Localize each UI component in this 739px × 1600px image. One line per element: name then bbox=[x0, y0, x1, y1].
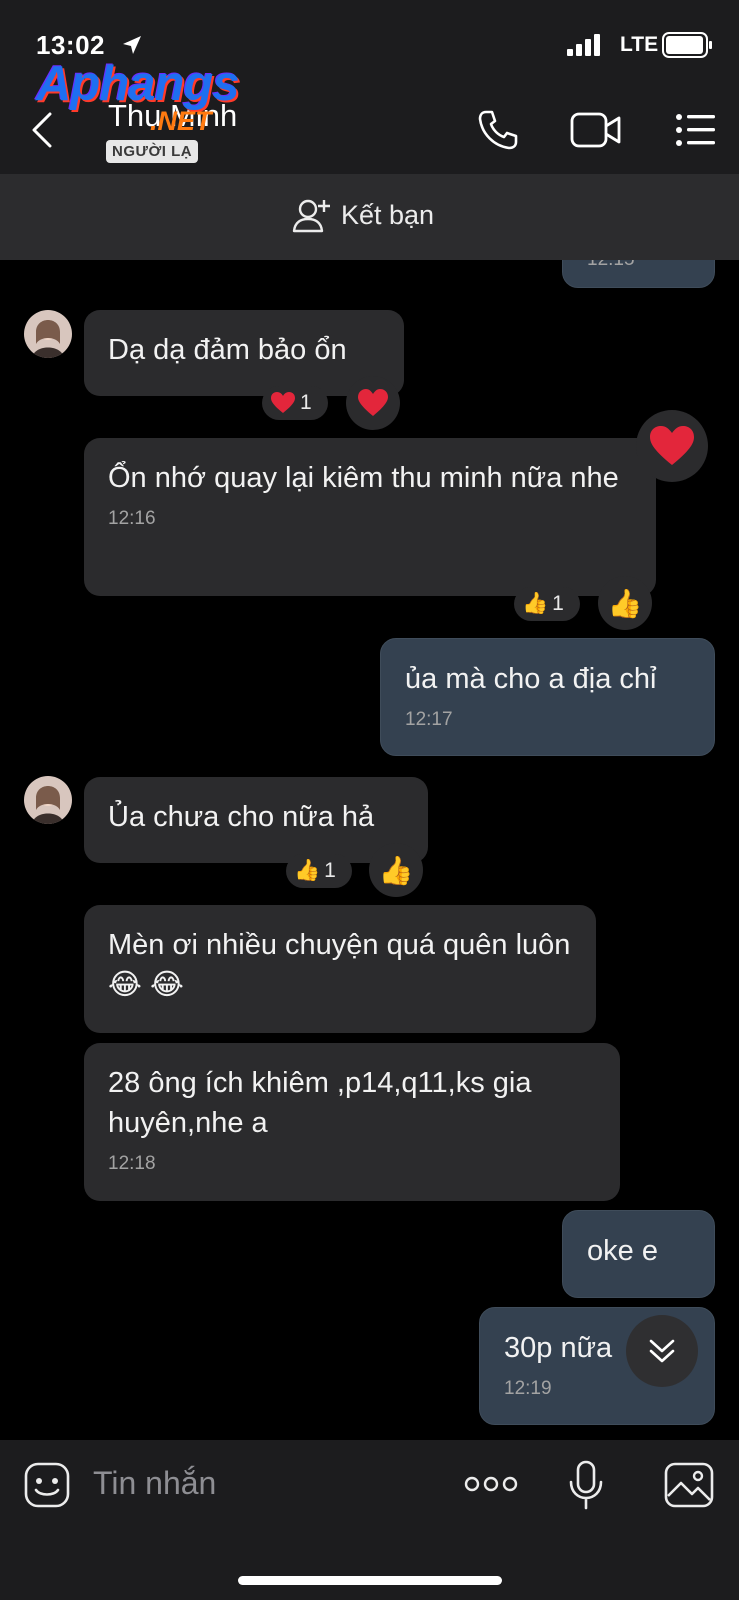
message-text: Dạ dạ đảm bảo ổn bbox=[108, 334, 347, 366]
message-time: 12:18 bbox=[108, 1153, 156, 1174]
thumbs-up-icon: 👍 bbox=[522, 592, 549, 615]
thumbs-up-icon: 👍 bbox=[378, 854, 414, 886]
scroll-to-bottom-button[interactable] bbox=[626, 1315, 698, 1387]
home-indicator bbox=[238, 1576, 502, 1585]
video-call-icon[interactable] bbox=[570, 110, 622, 150]
reaction-summary[interactable]: 1 bbox=[262, 386, 328, 420]
message-text: 30p nữa bbox=[504, 1332, 613, 1364]
reaction-count: 1 bbox=[324, 859, 336, 882]
contact-avatar[interactable] bbox=[24, 310, 72, 358]
double-chevron-down-icon bbox=[649, 1339, 675, 1363]
contact-avatar[interactable] bbox=[24, 776, 72, 824]
message-text: Ủa chưa cho nữa hả bbox=[108, 801, 375, 833]
signal-icon bbox=[567, 34, 600, 56]
phone-call-icon[interactable] bbox=[476, 108, 520, 152]
heart-icon bbox=[358, 389, 388, 416]
microphone-icon[interactable] bbox=[568, 1460, 604, 1510]
watermark-logo-suffix: .NET bbox=[150, 106, 212, 136]
add-friend-icon bbox=[292, 199, 330, 233]
react-button[interactable]: 👍 bbox=[369, 843, 423, 897]
reaction-summary[interactable]: 👍 1 bbox=[286, 854, 352, 888]
message-time: 12:16 bbox=[108, 508, 156, 529]
message-bubble-incoming[interactable]: Ổn nhớ quay lại kiêm thu minh nữa nhe 12… bbox=[84, 438, 656, 596]
message-bubble-outgoing[interactable]: oke e bbox=[562, 1210, 715, 1298]
message-text: Ổn nhớ quay lại kiêm thu minh nữa nhe bbox=[108, 462, 619, 494]
menu-icon[interactable] bbox=[675, 112, 717, 148]
more-options-icon[interactable] bbox=[464, 1474, 518, 1494]
selected-reaction[interactable] bbox=[636, 410, 708, 482]
message-bubble-incoming[interactable]: 28 ông ích khiêm ,p14,q11,ks gia huyên,n… bbox=[84, 1043, 620, 1201]
heart-icon bbox=[271, 392, 295, 413]
message-bubble-outgoing[interactable]: ủa mà cho a địa chỉ 12:17 bbox=[380, 638, 715, 756]
stranger-badge: NGƯỜI LẠ bbox=[106, 140, 199, 163]
react-button[interactable]: 👍 bbox=[598, 576, 652, 630]
reaction-summary[interactable]: 👍 1 bbox=[514, 587, 580, 621]
location-arrow-icon bbox=[123, 36, 141, 54]
reaction-count: 1 bbox=[300, 391, 312, 414]
back-icon[interactable] bbox=[28, 110, 58, 150]
message-text: oke e bbox=[587, 1235, 658, 1267]
heart-icon bbox=[650, 426, 694, 465]
thumbs-up-icon: 👍 bbox=[294, 859, 321, 882]
message-input[interactable]: Tin nhắn bbox=[93, 1465, 216, 1502]
message-text: Mèn ơi nhiều chuyện quá quên luôn 😂 😂 bbox=[108, 929, 571, 1001]
image-gallery-icon[interactable] bbox=[664, 1462, 714, 1508]
message-time: 12:17 bbox=[405, 709, 453, 730]
battery-icon bbox=[662, 32, 712, 58]
reaction-count: 1 bbox=[552, 592, 564, 615]
add-friend-label[interactable]: Kết bạn bbox=[341, 200, 434, 231]
thumbs-up-icon: 👍 bbox=[607, 587, 643, 619]
react-button[interactable] bbox=[346, 376, 400, 430]
network-type: LTE bbox=[620, 33, 659, 56]
message-bubble-incoming[interactable]: Mèn ơi nhiều chuyện quá quên luôn 😂 😂 bbox=[84, 905, 596, 1033]
emoji-sticker-icon[interactable] bbox=[24, 1462, 70, 1508]
watermark-logo: Aphangs bbox=[36, 57, 240, 111]
message-text: 28 ông ích khiêm ,p14,q11,ks gia huyên,n… bbox=[108, 1067, 532, 1139]
message-text: ủa mà cho a địa chỉ bbox=[405, 663, 657, 695]
